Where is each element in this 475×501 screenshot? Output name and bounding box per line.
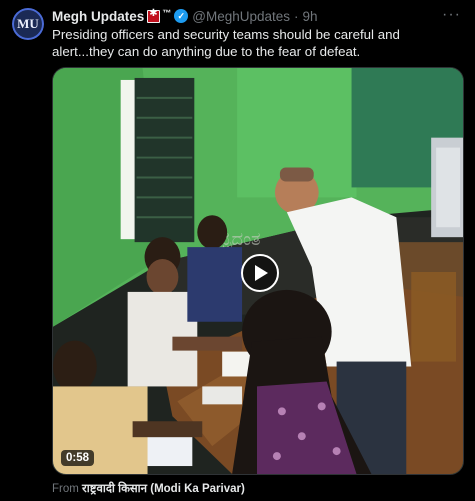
from-label: From bbox=[52, 483, 79, 495]
flag-icon bbox=[147, 8, 161, 23]
video-player[interactable]: ಭೃದಂತ 0:58 bbox=[52, 67, 464, 475]
author-handle[interactable]: @MeghUpdates bbox=[192, 9, 290, 24]
separator-dot: · bbox=[294, 8, 299, 24]
more-horizontal-icon[interactable]: ··· bbox=[442, 6, 461, 24]
tweet-timestamp[interactable]: 9h bbox=[303, 9, 318, 24]
video-duration: 0:58 bbox=[61, 450, 95, 466]
play-triangle bbox=[255, 265, 268, 281]
avatar-monogram: MU bbox=[17, 16, 39, 31]
author-name[interactable]: Megh Updates bbox=[52, 9, 144, 24]
tweet-card[interactable]: MU Megh Updates ™ ✓ @MeghUpdates · 9h ··… bbox=[0, 0, 475, 501]
trademark-symbol: ™ bbox=[162, 8, 172, 18]
video-attribution: From राष्ट्रवादी किसान (Modi Ka Parivar) bbox=[52, 481, 245, 496]
avatar[interactable]: MU bbox=[12, 8, 44, 40]
tweet-header: Megh Updates ™ ✓ @MeghUpdates · 9h ··· bbox=[52, 6, 461, 25]
play-icon[interactable] bbox=[241, 254, 279, 292]
verified-badge-icon[interactable]: ✓ bbox=[174, 9, 189, 23]
from-source-link[interactable]: राष्ट्रवादी किसान (Modi Ka Parivar) bbox=[82, 483, 245, 495]
tweet-text: Presiding officers and security teams sh… bbox=[52, 27, 400, 59]
